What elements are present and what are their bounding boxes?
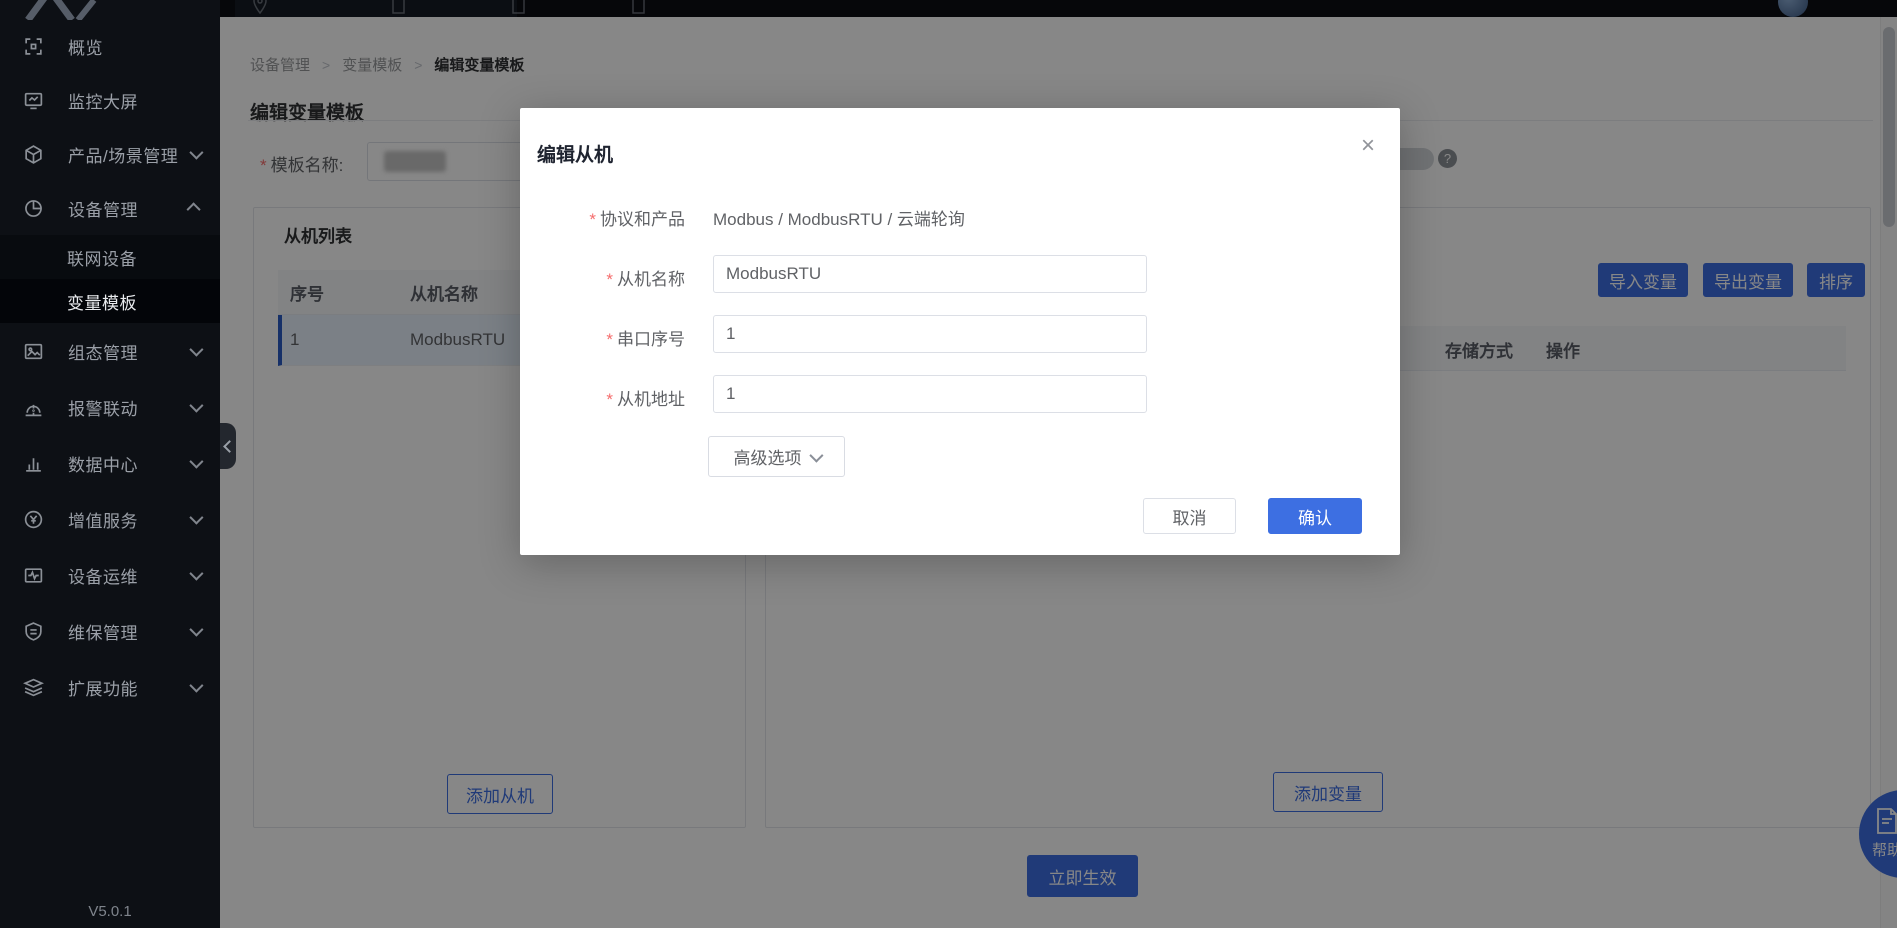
serial-number-input[interactable] bbox=[713, 315, 1147, 353]
chevron-down-icon bbox=[189, 399, 203, 413]
sidebar-subitem-networked-devices[interactable]: 联网设备 bbox=[0, 235, 220, 279]
sidebar-collapse-toggle[interactable] bbox=[220, 423, 236, 469]
sidebar-item-overview[interactable]: 概览 bbox=[0, 19, 220, 73]
chevron-down-icon bbox=[189, 343, 203, 357]
slave-name-label: *从机名称 bbox=[520, 265, 685, 290]
logo bbox=[16, 0, 146, 20]
sidebar: 概览 监控大屏 产品/场景管理 设备管理 bbox=[0, 0, 220, 928]
slave-address-label: *从机地址 bbox=[520, 385, 685, 410]
scada-icon bbox=[23, 341, 44, 362]
slave-name-input[interactable] bbox=[713, 255, 1147, 293]
sidebar-item-product-scene[interactable]: 产品/场景管理 bbox=[0, 127, 220, 181]
overview-icon bbox=[23, 36, 44, 57]
close-icon[interactable]: × bbox=[1354, 132, 1382, 160]
data-center-icon bbox=[23, 453, 44, 474]
sidebar-item-monitor-screen[interactable]: 监控大屏 bbox=[0, 73, 220, 127]
sidebar-nav: 概览 监控大屏 产品/场景管理 设备管理 bbox=[0, 19, 220, 715]
sidebar-item-device-management[interactable]: 设备管理 bbox=[0, 181, 220, 235]
sidebar-item-extensions[interactable]: 扩展功能 bbox=[0, 659, 220, 715]
edit-slave-modal: 编辑从机 × *协议和产品 Modbus / ModbusRTU / 云端轮询 … bbox=[520, 108, 1400, 555]
chevron-down-icon bbox=[189, 511, 203, 525]
product-icon bbox=[23, 144, 44, 165]
extension-icon bbox=[23, 677, 44, 698]
chevron-left-icon bbox=[223, 440, 236, 453]
value-service-icon bbox=[23, 509, 44, 530]
alarm-icon bbox=[23, 397, 44, 418]
required-marker: * bbox=[606, 330, 613, 349]
chevron-down-icon bbox=[189, 146, 203, 160]
required-marker: * bbox=[589, 210, 596, 229]
protocol-value: Modbus / ModbusRTU / 云端轮询 bbox=[713, 205, 965, 230]
sidebar-item-value-services[interactable]: 增值服务 bbox=[0, 491, 220, 547]
cancel-button[interactable]: 取消 bbox=[1143, 498, 1236, 534]
sidebar-item-alarm-linkage[interactable]: 报警联动 bbox=[0, 379, 220, 435]
required-marker: * bbox=[606, 390, 613, 409]
protocol-label: *协议和产品 bbox=[520, 205, 685, 230]
confirm-button[interactable]: 确认 bbox=[1268, 498, 1362, 534]
chevron-down-icon bbox=[809, 448, 823, 462]
app-version: V5.0.1 bbox=[0, 903, 220, 920]
sidebar-item-maintenance[interactable]: 维保管理 bbox=[0, 603, 220, 659]
slave-address-input[interactable] bbox=[713, 375, 1147, 413]
device-management-submenu: 联网设备 变量模板 bbox=[0, 235, 220, 323]
app-screen: 概览 监控大屏 产品/场景管理 设备管理 bbox=[0, 0, 1897, 928]
sidebar-item-device-ops[interactable]: 设备运维 bbox=[0, 547, 220, 603]
sidebar-item-data-center[interactable]: 数据中心 bbox=[0, 435, 220, 491]
maintenance-icon bbox=[23, 621, 44, 642]
chevron-down-icon bbox=[189, 567, 203, 581]
chevron-down-icon bbox=[189, 679, 203, 693]
advanced-options-button[interactable]: 高级选项 bbox=[708, 436, 845, 477]
chevron-down-icon bbox=[189, 455, 203, 469]
device-icon bbox=[23, 198, 44, 219]
sidebar-subitem-variable-template[interactable]: 变量模板 bbox=[0, 279, 220, 323]
required-marker: * bbox=[606, 270, 613, 289]
modal-title: 编辑从机 bbox=[537, 140, 613, 167]
chevron-down-icon bbox=[189, 623, 203, 637]
sidebar-item-scada[interactable]: 组态管理 bbox=[0, 323, 220, 379]
device-ops-icon bbox=[23, 565, 44, 586]
monitor-icon bbox=[23, 90, 44, 111]
serial-number-label: *串口序号 bbox=[520, 325, 685, 350]
